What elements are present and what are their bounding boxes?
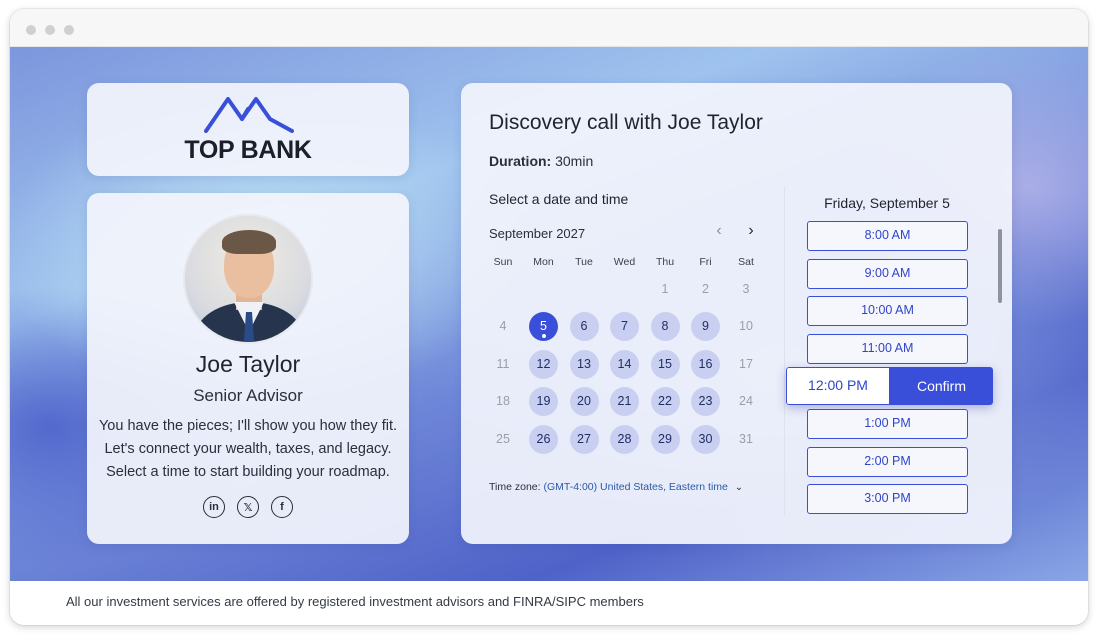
duration-label: Duration:: [489, 153, 552, 169]
calendar-day: 17: [739, 356, 753, 371]
x-icon[interactable]: 𝕏: [237, 496, 259, 518]
social-links: in 𝕏 f: [203, 496, 293, 520]
timezone-label: Time zone:: [489, 481, 541, 493]
calendar-day-selected[interactable]: 5: [529, 312, 558, 341]
weekday-label: Sat: [738, 256, 754, 268]
footer: All our investment services are offered …: [10, 581, 1088, 625]
calendar-day: 18: [496, 394, 510, 408]
selected-time-slot: 12:00 PM Confirm: [786, 367, 993, 405]
calendar-day: 31: [739, 431, 753, 446]
advisor-bio: You have the pieces; I'll show you how t…: [98, 418, 398, 480]
logo-card: TOP BANK: [87, 83, 409, 176]
timezone-value[interactable]: (GMT-4:00) United States, Eastern time: [543, 481, 727, 493]
calendar-day[interactable]: 30: [691, 424, 720, 454]
calendar-day: 4: [499, 319, 507, 333]
calendar-day[interactable]: 28: [610, 424, 639, 454]
time-slots-scrollbar[interactable]: [998, 229, 1002, 303]
calendar-day[interactable]: 9: [691, 312, 720, 341]
advisor-role: Senior Advisor: [193, 386, 303, 405]
calendar-day: 25: [496, 431, 510, 446]
calendar-day: 24: [739, 394, 753, 408]
window-dot-close[interactable]: [26, 25, 36, 35]
time-slot-button[interactable]: 1:00 PM: [807, 409, 968, 439]
weekday-label: Sun: [493, 256, 513, 268]
advisor-name: Joe Taylor: [195, 351, 301, 377]
booking-card: Discovery call with Joe Taylor Duration:…: [461, 83, 1012, 544]
page-background: TOP BANK Joe Taylor Senior Advisor You h…: [10, 47, 1088, 581]
calendar-day[interactable]: 15: [650, 349, 680, 379]
time-slot-button[interactable]: 10:00 AM: [807, 296, 968, 326]
weekday-label: Fri: [699, 256, 712, 268]
calendar-day: 11: [496, 356, 510, 371]
calendar-day[interactable]: 16: [691, 349, 720, 379]
time-slot-button[interactable]: 2:00 PM: [807, 447, 968, 477]
footer-disclaimer: All our investment services are offered …: [66, 594, 644, 609]
linkedin-icon[interactable]: in: [203, 496, 225, 518]
panel-divider: [784, 186, 785, 516]
duration-info: Duration: 30min: [489, 153, 593, 169]
calendar-day[interactable]: 27: [569, 424, 599, 454]
calendar-day: 1: [661, 281, 669, 296]
window-dot-maximize[interactable]: [64, 25, 74, 35]
calendar-day[interactable]: 21: [610, 387, 639, 416]
calendar-day[interactable]: 20: [569, 387, 599, 416]
calendar-day: 10: [739, 319, 753, 333]
calendar-day[interactable]: 12: [529, 349, 558, 379]
duration-value: 30min: [555, 153, 594, 169]
calendar-day: 2: [702, 281, 709, 296]
window-dot-minimize[interactable]: [45, 25, 55, 35]
chevron-left-icon[interactable]: ‹: [710, 222, 728, 240]
time-slot-button[interactable]: 9:00 AM: [807, 259, 968, 289]
time-slot-button[interactable]: 3:00 PM: [807, 484, 968, 514]
window-titlebar: [10, 9, 1088, 47]
calendar-day[interactable]: 22: [650, 387, 680, 416]
selected-time-button[interactable]: 12:00 PM: [786, 367, 890, 405]
calendar-day[interactable]: 26: [529, 424, 558, 454]
calendar-day[interactable]: 7: [610, 312, 639, 341]
calendar-day[interactable]: 13: [569, 349, 599, 379]
weekday-label: Mon: [533, 256, 554, 268]
browser-window: TOP BANK Joe Taylor Senior Advisor You h…: [10, 9, 1088, 625]
timezone-selector[interactable]: Time zone: (GMT-4:00) United States, Eas…: [489, 481, 743, 493]
select-date-label: Select a date and time: [489, 191, 629, 207]
calendar-day[interactable]: 23: [691, 387, 720, 416]
calendar-day: 3: [742, 281, 750, 296]
chevron-down-icon[interactable]: ⌄: [735, 482, 743, 493]
weekday-label: Thu: [655, 256, 675, 268]
calendar-grid: 1 2 3 4 5 6 7 8 9 10 11 12 13 14 15 16 17 18 19 20 21 22 23 24 2…: [483, 275, 767, 455]
calendar-day[interactable]: 14: [610, 349, 639, 379]
advisor-avatar: [183, 214, 313, 344]
mountain-peaks-icon: [204, 97, 294, 133]
booking-title: Discovery call with Joe Taylor: [489, 111, 763, 134]
calendar-day[interactable]: 8: [650, 312, 680, 341]
chevron-right-icon[interactable]: ›: [742, 222, 760, 240]
calendar-day[interactable]: 19: [529, 387, 558, 416]
calendar-month: September 2027: [489, 226, 586, 241]
brand-logo-text: TOP BANK: [184, 136, 312, 164]
calendar-day[interactable]: 29: [650, 424, 680, 454]
advisor-profile-card: Joe Taylor Senior Advisor You have the p…: [87, 193, 409, 544]
weekday-label: Tue: [575, 256, 593, 268]
time-slot-button[interactable]: 8:00 AM: [807, 221, 968, 251]
calendar-day[interactable]: 6: [569, 312, 599, 341]
facebook-icon[interactable]: f: [271, 496, 293, 518]
selected-day-heading: Friday, September 5: [824, 195, 950, 211]
confirm-button[interactable]: Confirm: [890, 367, 993, 405]
weekday-label: Wed: [613, 256, 636, 268]
time-slot-button[interactable]: 11:00 AM: [807, 334, 968, 364]
calendar-weekdays: Sun Mon Tue Wed Thu Fri Sat: [483, 256, 767, 270]
